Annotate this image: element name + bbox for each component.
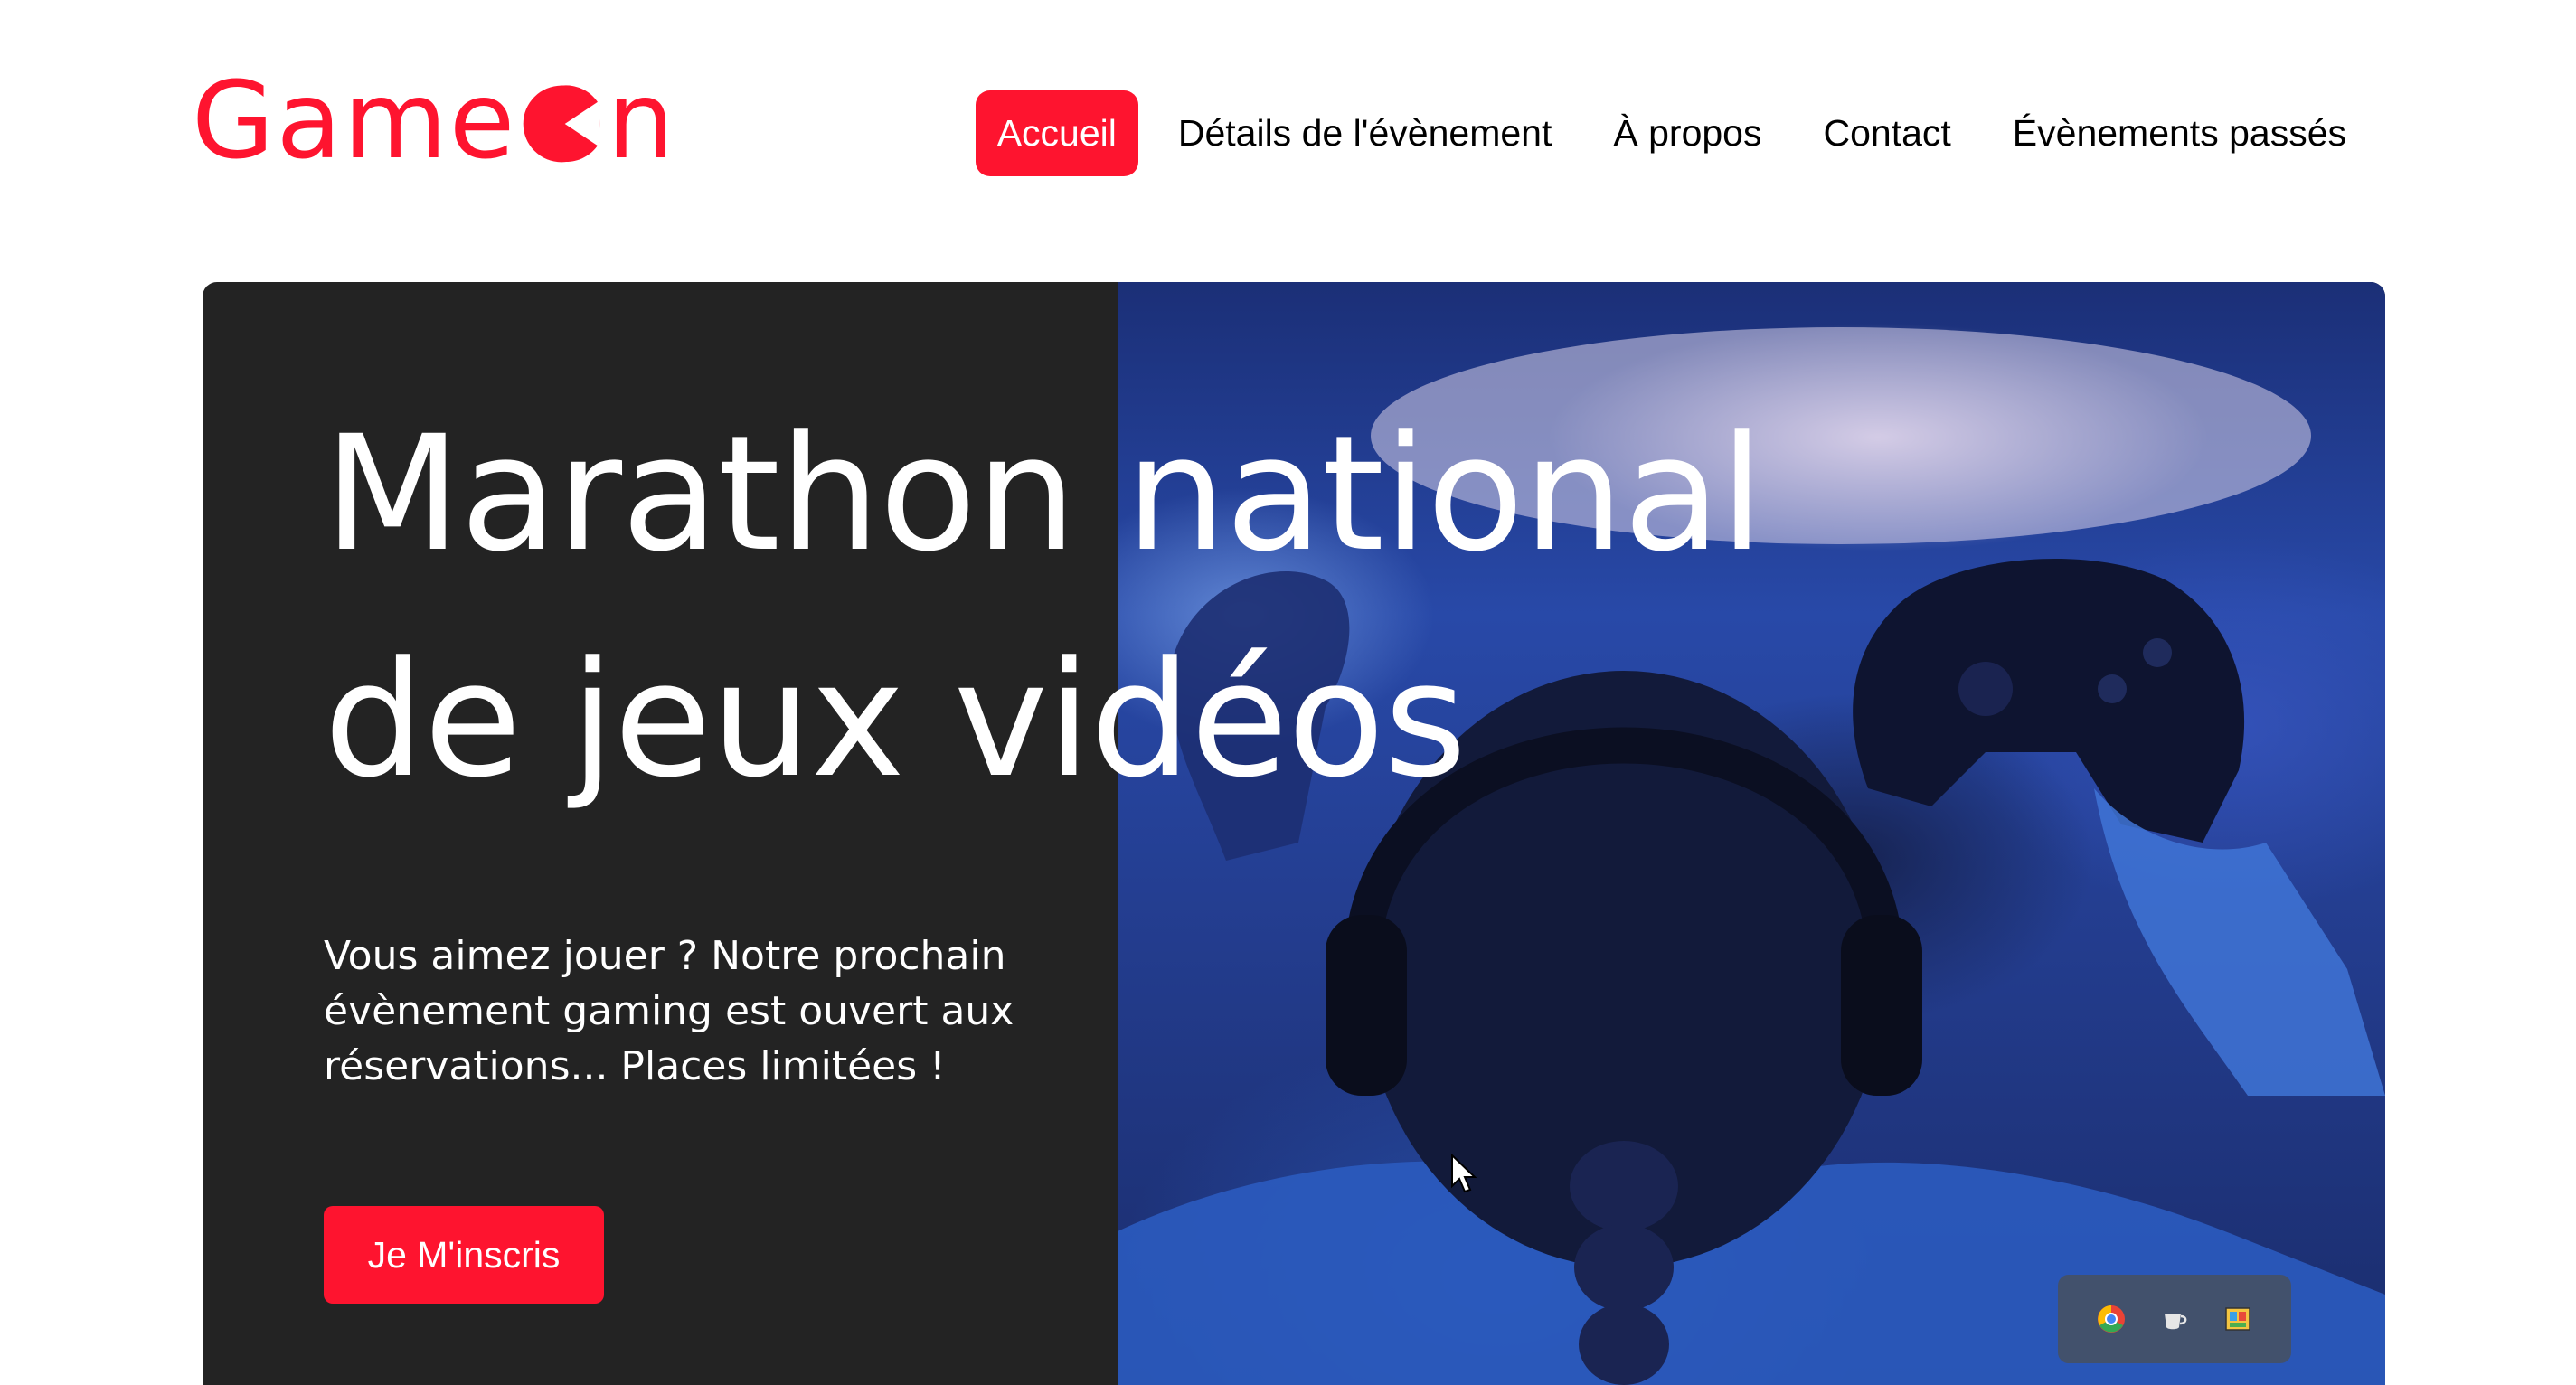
logo-pacman-icon [520,82,603,165]
hero-title: Marathon national de jeux vidéos [324,401,1764,813]
coffee-cup-icon[interactable] [2159,1304,2190,1334]
nav-item-accueil[interactable]: Accueil [975,90,1138,176]
register-button[interactable]: Je M'inscris [324,1206,604,1304]
hero-section: Marathon national de jeux vidéos Vous ai… [203,282,2385,1385]
nav-item-evenements-passes[interactable]: Évènements passés [1991,90,2368,176]
mouse-cursor-icon [1451,1154,1477,1193]
nav-item-contact[interactable]: Contact [1801,90,1972,176]
floating-app-toolbar [2058,1275,2291,1363]
nav-item-details[interactable]: Détails de l'évènement [1156,90,1574,176]
page: Game n Accueil Détails de l'évènement À … [0,0,2576,1385]
nav-item-a-propos[interactable]: À propos [1591,90,1783,176]
hero-description: Vous aimez jouer ? Notre prochain évènem… [324,933,1014,1089]
gameon-logo[interactable]: Game n [192,67,676,174]
logo-text-n: n [607,58,677,183]
photo-gallery-icon[interactable] [2222,1304,2253,1334]
chrome-icon[interactable] [2096,1304,2127,1334]
main-nav: Accueil Détails de l'évènement À propos … [958,90,2368,176]
logo-text-game: Game [192,58,517,183]
